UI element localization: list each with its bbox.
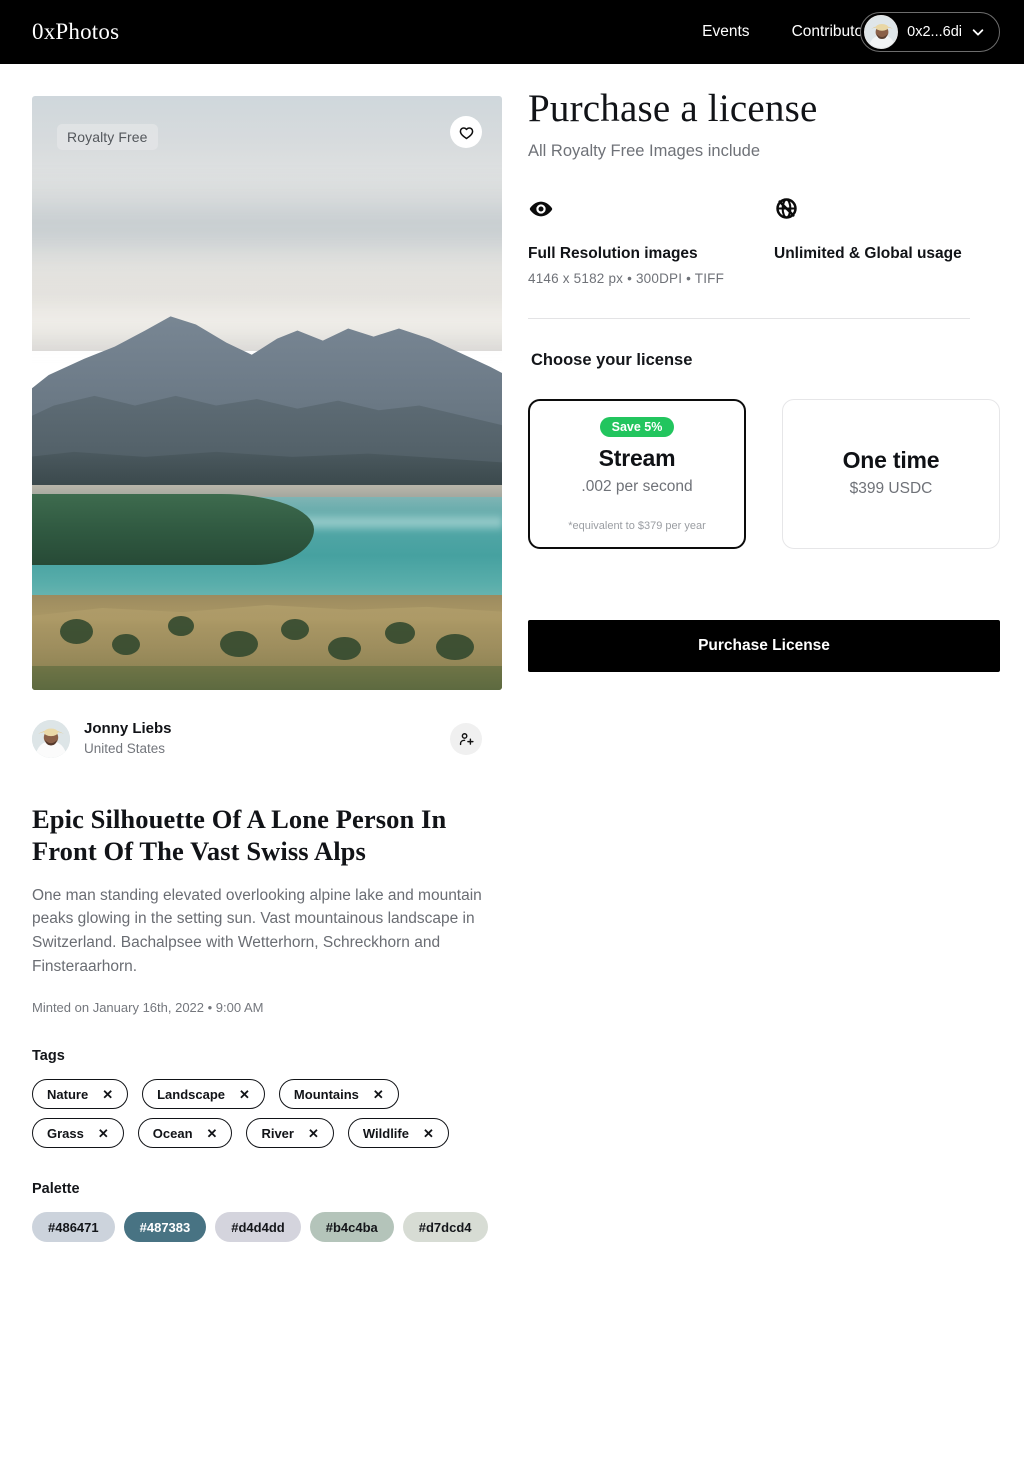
photo-cloud-band [32,179,502,275]
avatar [32,720,70,758]
feature-title: Unlimited & Global usage [774,244,962,262]
user-avatar [864,15,899,49]
photo-detail-page: 0xPhotos Events Contributors 0x2...6di R… [0,0,1024,1472]
photo-column: Royalty Free Jonny Liebs United States E… [32,96,502,1243]
palette-heading: Palette [32,1181,80,1198]
person-add-icon [459,732,474,745]
palette-swatch[interactable]: #b4c4ba [309,1212,394,1243]
tags-list: Nature ✕ Landscape ✕ Mountains ✕ Grass ✕ Oce… [32,1079,484,1149]
wallet-address: 0x2...6di [907,24,962,40]
globe-unlimited-icon [776,198,797,220]
heart-icon [459,126,473,139]
tag-chip[interactable]: River ✕ [246,1118,334,1149]
palette-list: #486471 #487383 #d4d4dd #b4c4ba #d7dcd4 [32,1212,502,1243]
license-option-price: $399 USDC [849,479,933,497]
tag-chip[interactable]: Landscape ✕ [142,1079,265,1110]
photo-peninsula [32,493,314,566]
palette-swatch[interactable]: #487383 [123,1212,207,1243]
license-options: Save 5% Stream .002 per second *equivale… [528,398,1000,549]
favorite-button[interactable] [450,116,482,148]
photo-description: One man standing elevated overlooking al… [32,886,482,975]
close-icon[interactable]: ✕ [373,1088,384,1101]
tag-chip[interactable]: Grass ✕ [32,1118,124,1149]
close-icon[interactable]: ✕ [207,1127,218,1140]
purchase-title: Purchase a license [528,87,818,130]
tag-chip[interactable]: Nature ✕ [32,1079,129,1110]
feature-title: Full Resolution images [528,244,698,262]
tag-label: Ocean [152,1125,193,1141]
tag-label: Mountains [293,1086,359,1102]
license-option-title: Stream [598,444,676,471]
photo-foreground-strip [32,666,502,690]
tag-chip[interactable]: Wildlife ✕ [347,1118,449,1149]
license-option-title: One time [842,446,940,473]
section-divider [528,317,970,319]
purchase-panel: Purchase a license All Royalty Free Imag… [528,87,1000,672]
main-nav: Events Contributors [702,23,876,41]
author-location: United States [84,740,166,756]
author-meta: Jonny Liebs United States [84,720,172,758]
royalty-free-badge: Royalty Free [57,124,158,150]
chevron-down-icon [972,29,984,36]
site-header: 0xPhotos Events Contributors 0x2...6di [0,0,1024,64]
tags-heading: Tags [32,1048,65,1065]
close-icon[interactable]: ✕ [308,1127,319,1140]
photo-image [32,96,502,690]
tag-label: Landscape [157,1086,226,1102]
purchase-license-button[interactable]: Purchase License [528,619,1000,672]
feature-subtitle: 4146 x 5182 px • 300DPI • TIFF [528,270,725,286]
purchase-subtitle: All Royalty Free Images include [528,141,761,160]
tag-label: Grass [47,1125,84,1141]
eye-icon [529,201,553,217]
tag-label: Wildlife [362,1125,409,1141]
close-icon[interactable]: ✕ [102,1088,113,1101]
close-icon[interactable]: ✕ [423,1127,434,1140]
brand-logo[interactable]: 0xPhotos [32,19,119,45]
nav-events[interactable]: Events [702,23,749,41]
page-title: Epic Silhouette Of A Lone Person In Fron… [32,804,447,867]
follow-author-button[interactable] [450,723,482,755]
features-row: Full Resolution images 4146 x 5182 px • … [528,196,1000,286]
author-row[interactable]: Jonny Liebs United States [32,717,502,761]
tag-label: Nature [47,1086,89,1102]
close-icon[interactable]: ✕ [98,1127,109,1140]
license-option-stream[interactable]: Save 5% Stream .002 per second *equivale… [528,398,746,549]
wallet-menu-button[interactable]: 0x2...6di [860,12,1000,52]
save-badge: Save 5% [599,416,675,437]
license-option-one-time[interactable]: One time $399 USDC [782,398,1000,549]
author-name: Jonny Liebs [84,720,172,738]
choose-license-heading: Choose your license [531,350,693,369]
tag-chip[interactable]: Mountains ✕ [278,1079,399,1110]
palette-swatch[interactable]: #d4d4dd [215,1212,301,1243]
photo-preview[interactable]: Royalty Free [32,96,502,690]
tag-chip[interactable]: Ocean ✕ [137,1118,233,1149]
palette-swatch[interactable]: #486471 [32,1212,115,1243]
feature-unlimited-usage: Unlimited & Global usage [774,196,962,286]
license-option-note: *equivalent to $379 per year [568,519,706,532]
feature-full-resolution: Full Resolution images 4146 x 5182 px • … [528,196,774,286]
close-icon[interactable]: ✕ [239,1088,250,1101]
minted-date: Minted on January 16th, 2022 • 9:00 AM [32,1000,264,1016]
palette-swatch[interactable]: #d7dcd4 [402,1212,488,1243]
license-option-price: .002 per second [581,477,693,495]
tag-label: River [261,1125,294,1141]
